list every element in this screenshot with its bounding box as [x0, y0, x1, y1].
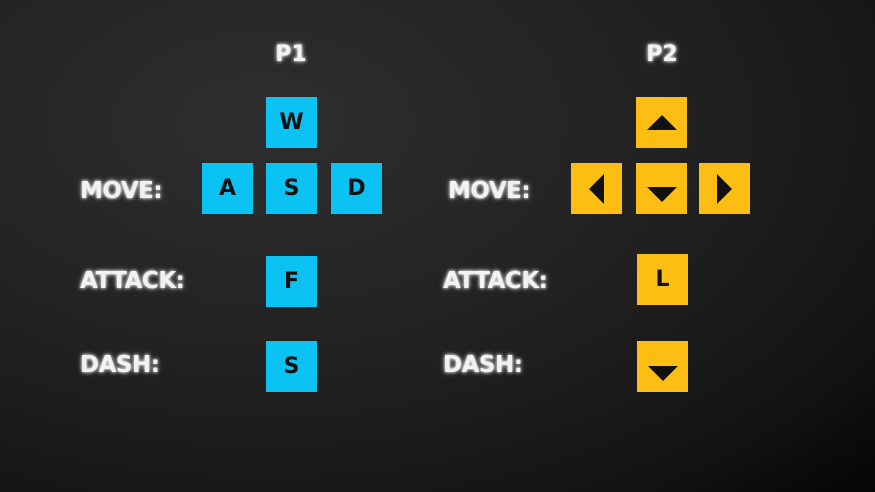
p2-key-dash [637, 341, 688, 392]
p2-key-up [636, 97, 687, 148]
p1-title: P1 [275, 42, 307, 67]
p1-key-left: A [202, 163, 253, 214]
p1-move-label: MOVE: [80, 178, 163, 204]
left-arrow-icon [589, 173, 604, 204]
right-arrow-icon [717, 173, 732, 204]
p2-key-left [571, 163, 622, 214]
p1-dash-label: DASH: [80, 352, 160, 378]
p2-key-right [699, 163, 750, 214]
p1-key-attack: F [266, 256, 317, 307]
p1-attack-label: ATTACK: [80, 268, 185, 294]
p2-attack-label: ATTACK: [443, 268, 548, 294]
p2-dash-label: DASH: [443, 352, 523, 378]
down-arrow-icon [647, 366, 678, 381]
p1-key-up: W [266, 97, 317, 148]
down-arrow-icon [646, 187, 677, 202]
p2-key-attack: L [637, 254, 688, 305]
p2-key-down [636, 163, 687, 214]
up-arrow-icon [646, 115, 677, 130]
p1-key-down: S [266, 163, 317, 214]
p1-key-dash: S [266, 341, 317, 392]
p2-move-label: MOVE: [448, 178, 531, 204]
p1-key-right: D [331, 163, 382, 214]
p2-title: P2 [646, 42, 678, 67]
